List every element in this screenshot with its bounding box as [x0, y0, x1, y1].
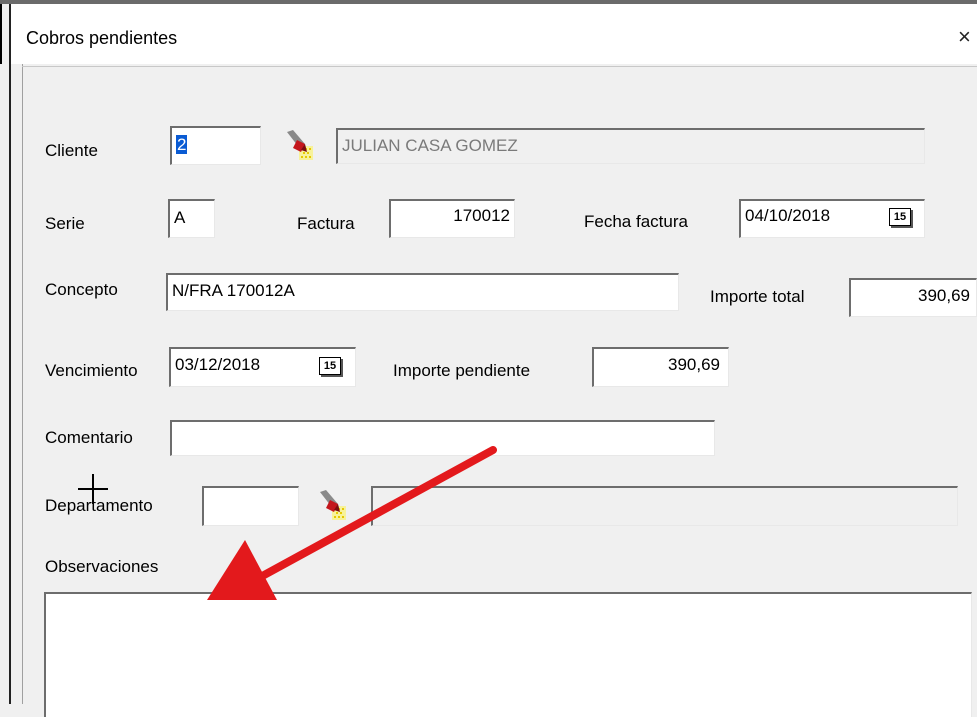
parent-window-edge — [0, 4, 2, 64]
cliente-name-field: JULIAN CASA GOMEZ — [336, 128, 925, 164]
red-arrow-annotation — [207, 446, 497, 600]
factura-label: Factura — [297, 214, 355, 233]
calendar-button[interactable]: 15 — [889, 208, 911, 226]
comentario-label: Comentario — [45, 428, 133, 447]
frame-divider — [22, 66, 977, 67]
cliente-label: Cliente — [45, 141, 98, 160]
cliente-code-value: 2 — [176, 135, 188, 154]
importe-total-label: Importe total — [710, 287, 805, 306]
concepto-input[interactable]: N/FRA 170012A — [166, 273, 679, 311]
flashlight-lookup-icon[interactable] — [283, 128, 317, 162]
window-title: Cobros pendientes — [26, 28, 178, 48]
importe-pendiente-field[interactable]: 390,69 — [592, 347, 729, 387]
factura-input[interactable]: 170012 — [389, 199, 515, 238]
vencimiento-label: Vencimiento — [45, 361, 138, 380]
calendar-button[interactable]: 15 — [319, 357, 341, 375]
importe-total-field[interactable]: 390,69 — [849, 278, 977, 317]
frame-divider — [22, 64, 23, 704]
cliente-code-input[interactable]: 2 — [170, 126, 261, 165]
crosshair-cursor-icon — [78, 474, 108, 504]
importe-pendiente-label: Importe pendiente — [393, 361, 531, 380]
serie-input[interactable]: A — [168, 199, 215, 238]
fecha-factura-label: Fecha factura — [584, 212, 688, 231]
close-button[interactable]: × — [958, 24, 971, 50]
concepto-label: Concepto — [45, 280, 118, 299]
serie-label: Serie — [45, 214, 85, 233]
observaciones-label: Observaciones — [45, 557, 159, 576]
